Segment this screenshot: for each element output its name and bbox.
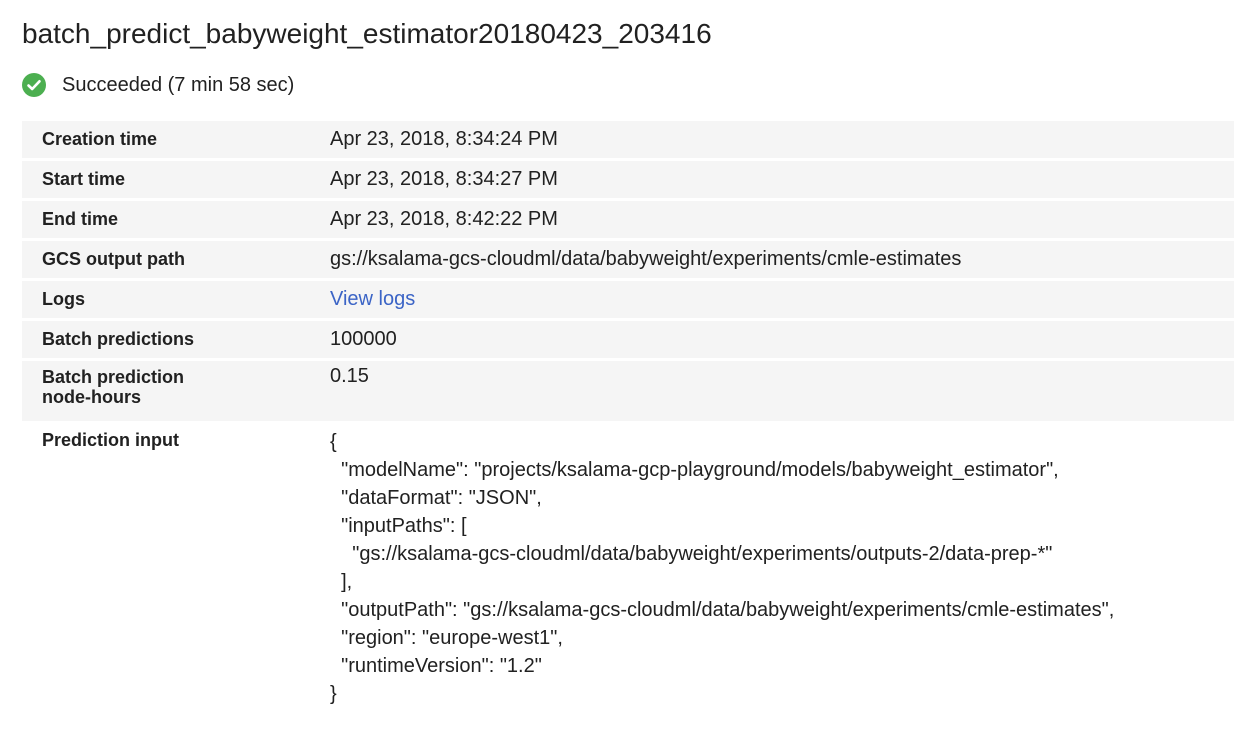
detail-row-batch-predictions: Batch predictions 100000 — [22, 319, 1234, 360]
detail-row-end-time: End time Apr 23, 2018, 8:42:22 PM — [22, 199, 1234, 240]
page-title: batch_predict_babyweight_estimator201804… — [22, 18, 712, 49]
detail-value: 100000 — [330, 328, 397, 350]
detail-label: Batch predictions — [42, 329, 195, 349]
prediction-input-json: { "modelName": "projects/ksalama-gcp-pla… — [330, 431, 1115, 705]
job-status: Succeeded (7 min 58 sec) — [22, 70, 294, 100]
detail-label: GCS output path — [42, 249, 185, 269]
detail-value: Apr 23, 2018, 8:34:27 PM — [330, 168, 558, 190]
detail-value: Apr 23, 2018, 8:34:24 PM — [330, 128, 558, 150]
detail-row-prediction-input: Prediction input { "modelName": "project… — [22, 423, 1234, 710]
detail-value: Apr 23, 2018, 8:42:22 PM — [330, 208, 558, 230]
detail-label: Logs — [42, 289, 85, 309]
view-logs-link[interactable]: View logs — [330, 288, 415, 310]
detail-label: Batch prediction node-hours — [22, 360, 330, 423]
detail-row-start-time: Start time Apr 23, 2018, 8:34:27 PM — [22, 159, 1234, 200]
detail-value: 0.15 — [330, 365, 369, 387]
detail-label: Creation time — [42, 129, 158, 149]
detail-row-logs: Logs View logs — [22, 279, 1234, 320]
job-details-table: Creation time Apr 23, 2018, 8:34:24 PM S… — [22, 121, 1234, 711]
detail-value: gs://ksalama-gcs-cloudml/data/babyweight… — [330, 248, 962, 270]
detail-label: Prediction input — [42, 430, 179, 450]
detail-label: Start time — [42, 169, 126, 189]
detail-label-line: Batch prediction — [42, 367, 185, 387]
detail-row-node-hours: Batch prediction node-hours 0.15 — [22, 359, 1234, 423]
detail-row-gcs-output-path: GCS output path gs://ksalama-gcs-cloudml… — [22, 239, 1234, 280]
status-text: Succeeded (7 min 58 sec) — [62, 73, 295, 96]
detail-label: End time — [42, 209, 119, 229]
detail-label-line: node-hours — [42, 387, 141, 407]
detail-row-creation-time: Creation time Apr 23, 2018, 8:34:24 PM — [22, 121, 1234, 160]
check-circle-icon — [22, 73, 46, 97]
